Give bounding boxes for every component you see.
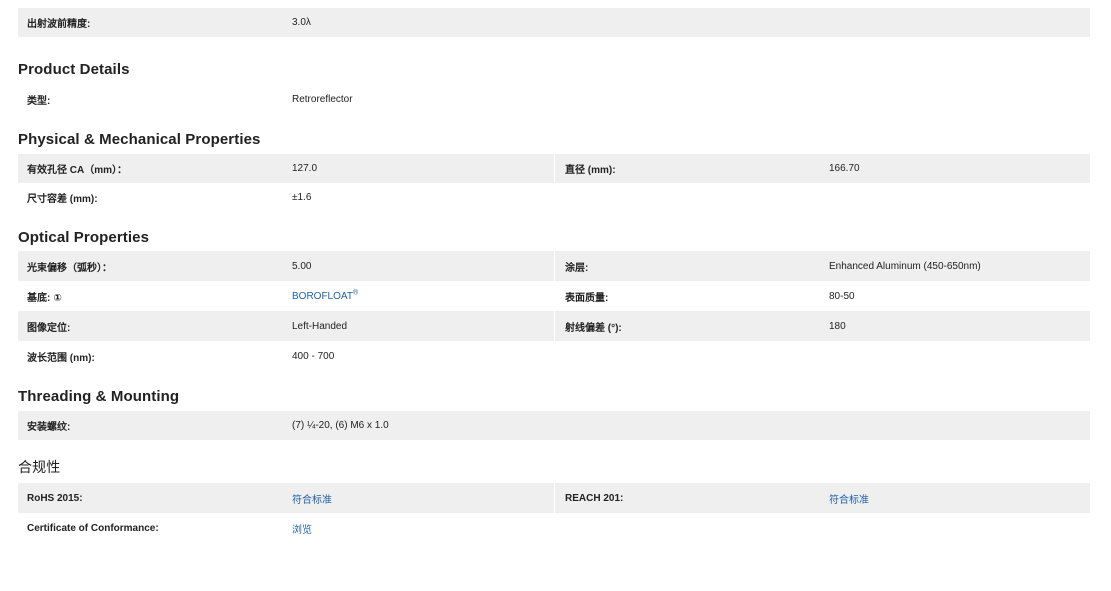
spec-label: 出射波前精度: bbox=[27, 19, 91, 30]
substrate-label-text: 基底: bbox=[27, 292, 51, 304]
borofloat-link-text: BOROFLOAT bbox=[292, 291, 353, 303]
spec-value: 符合标准 bbox=[292, 491, 554, 506]
section-title-physical: Physical & Mechanical Properties bbox=[18, 131, 261, 148]
spec-row-wavelength: 波长范围 (nm): 400 - 700 bbox=[18, 341, 1090, 371]
rohs-compliant-link[interactable]: 符合标准 bbox=[292, 495, 332, 506]
spec-label: 图像定位: bbox=[27, 322, 71, 334]
section-title-optical: Optical Properties bbox=[18, 229, 150, 246]
spec-label: Certificate of Conformance: bbox=[27, 522, 159, 534]
spec-label: 直径 (mm): bbox=[554, 154, 829, 183]
spec-value: Retroreflector bbox=[292, 94, 353, 105]
spec-row-image-orientation: 图像定位: Left-Handed 射线偏差 (°): 180 bbox=[18, 311, 1090, 341]
spec-label: 涂层: bbox=[554, 251, 829, 281]
spec-value: 127.0 bbox=[292, 163, 318, 174]
registered-mark: ® bbox=[352, 289, 359, 297]
info-icon[interactable]: ① bbox=[53, 293, 61, 304]
spec-label: 波长范围 (nm): bbox=[27, 352, 95, 364]
spec-label: 类型: bbox=[27, 96, 51, 107]
spec-value: Left-Handed bbox=[292, 320, 348, 332]
specifications-panel: 出射波前精度: 3.0λ Product Details 类型: Retrore… bbox=[18, 8, 1090, 543]
spec-label: 光束偏移（弧秒）： bbox=[27, 262, 112, 274]
spec-value: (7) ¼-20, (6) M6 x 1.0 bbox=[292, 420, 389, 431]
spec-label: 有效孔径 CA（mm）： bbox=[27, 165, 128, 176]
spec-label: 尺寸容差 (mm): bbox=[27, 194, 98, 205]
section-title-product-details: Product Details bbox=[18, 61, 130, 78]
spec-row-tolerance: 尺寸容差 (mm): ±1.6 bbox=[18, 183, 1090, 212]
spec-row-type: 类型: Retroreflector bbox=[18, 85, 1090, 114]
spec-row-wavefront: 出射波前精度: 3.0λ bbox=[18, 8, 1090, 37]
spec-row-thread: 安装螺纹: (7) ¼-20, (6) M6 x 1.0 bbox=[18, 411, 1090, 440]
spec-value: 符合标准 bbox=[829, 491, 1090, 506]
spec-label: 表面质量: bbox=[554, 281, 829, 311]
spec-value: 80-50 bbox=[829, 290, 855, 302]
spec-value: Enhanced Aluminum (450-650nm) bbox=[829, 260, 981, 272]
spec-value: BOROFLOAT® bbox=[292, 290, 554, 302]
spec-value: 180 bbox=[829, 320, 846, 332]
spec-value: ±1.6 bbox=[292, 192, 312, 203]
spec-value: 400 - 700 bbox=[292, 350, 335, 362]
section-title-threading: Threading & Mounting bbox=[18, 388, 180, 405]
spec-label: RoHS 2015: bbox=[27, 492, 83, 504]
certificate-view-link[interactable]: 浏览 bbox=[292, 525, 312, 536]
spec-row-deviation: 光束偏移（弧秒）： 5.00 涂层: Enhanced Aluminum (45… bbox=[18, 251, 1090, 281]
spec-label: 基底: ① bbox=[18, 289, 292, 304]
spec-label: 安装螺纹: bbox=[27, 422, 71, 433]
borofloat-link[interactable]: BOROFLOAT® bbox=[292, 289, 359, 303]
spec-value: 166.70 bbox=[829, 163, 860, 174]
spec-label: 射线偏差 (°): bbox=[554, 311, 829, 341]
reach-compliant-link[interactable]: 符合标准 bbox=[829, 495, 869, 506]
spec-value: 浏览 bbox=[292, 521, 554, 536]
spec-row-substrate: 基底: ① BOROFLOAT® 表面质量: 80-50 bbox=[18, 281, 1090, 311]
spec-row-rohs: RoHS 2015: 符合标准 REACH 201: 符合标准 bbox=[18, 483, 1090, 513]
spec-value: 5.00 bbox=[292, 260, 312, 272]
spec-label: REACH 201: bbox=[554, 483, 829, 513]
spec-value: 3.0λ bbox=[292, 17, 311, 28]
section-title-compliance: 合规性 bbox=[18, 459, 61, 475]
spec-row-clear-aperture: 有效孔径 CA（mm）： 127.0 直径 (mm): 166.70 bbox=[18, 154, 1090, 183]
spec-row-certificate: Certificate of Conformance: 浏览 bbox=[18, 513, 1090, 543]
